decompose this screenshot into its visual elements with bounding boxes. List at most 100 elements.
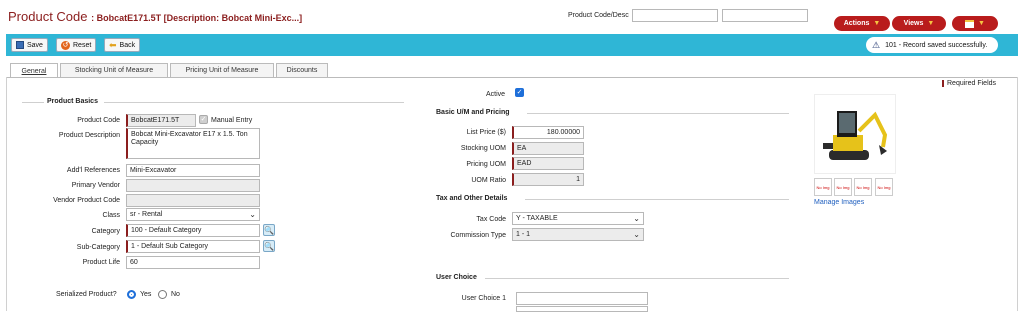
no-label: No [171,291,180,298]
user-choice-title: User Choice [436,274,477,281]
search-input[interactable] [632,9,718,22]
save-button[interactable]: Save [11,38,48,52]
chevron-down-icon: ⌄ [249,210,256,219]
product-image[interactable] [814,94,896,174]
page-subtitle: : BobcatE171.5T [Description: Bobcat Min… [91,13,303,23]
calendar-icon [965,19,975,28]
caret-down-icon: ▼ [978,20,985,27]
search-icon: 🔍 [264,241,274,251]
product-basics-title: Product Basics [47,98,98,105]
list-price-field[interactable]: 180.00000 [512,126,584,139]
tax-code-select[interactable]: Y - TAXABLE ⌄ [512,212,644,225]
uom-ratio-label: UOM Ratio [471,177,506,184]
tab-general-label: General [21,67,47,75]
stocking-uom-field[interactable]: EA [512,142,584,155]
tab-discounts[interactable]: Discounts [276,63,328,77]
refs-field[interactable]: Mini-Excavator [126,164,260,177]
chevron-down-icon: ⌄ [633,214,640,223]
required-fields-note: Required Fields [942,80,996,87]
tab-stocking-uom[interactable]: Stocking Unit of Measure [60,63,168,77]
section-rule [104,102,404,103]
caret-down-icon: ▼ [873,20,881,27]
product-description-field[interactable]: Bobcat Mini-Excavator E17 x 1.5. Ton Cap… [126,128,260,159]
save-icon [16,41,24,49]
section-rule [22,102,44,103]
class-value: sr - Rental [130,211,163,218]
primary-vendor-label: Primary Vendor [71,182,120,189]
views-button[interactable]: Views ▼ [892,16,946,31]
subcategory-label: Sub-Category [76,244,120,251]
class-label: Class [102,212,120,219]
reset-icon: ↺ [61,40,70,50]
product-life-field[interactable]: 60 [126,256,260,269]
serialized-yes-radio[interactable] [127,290,136,299]
actions-button[interactable]: Actions ▼ [834,16,890,31]
uom-ratio-field[interactable]: 1 [512,173,584,186]
stocking-uom-label: Stocking UOM [460,145,506,152]
caret-down-icon: ▼ [927,20,935,27]
left-border [6,77,7,311]
serialized-no-radio[interactable] [158,290,167,299]
active-checkbox[interactable]: ✓ [515,88,524,97]
product-life-label: Product Life [82,259,120,266]
manage-images-link[interactable]: Manage Images [814,199,864,206]
tax-code-label: Tax Code [476,216,506,223]
subcategory-field[interactable]: 1 - Default Sub Category [126,240,260,253]
section-rule [485,278,789,279]
tab-discounts-label: Discounts [286,67,318,74]
tab-pricing-uom[interactable]: Pricing Unit of Measure [170,63,274,77]
active-label: Active [486,91,506,98]
tax-section-title: Tax and Other Details [436,195,508,202]
tab-divider [6,77,1018,78]
class-select[interactable]: sr - Rental ⌄ [126,208,260,221]
pricing-uom-label: Pricing UOM [466,161,506,168]
toolbar: Save ↺ Reset ⬅ Back ⚠ 101 - Record saved… [6,34,1018,56]
reset-label: Reset [73,41,92,49]
category-field[interactable]: 100 - Default Category [126,224,260,237]
page-title: Product Code : BobcatE171.5T [Descriptio… [8,9,302,24]
list-price-label: List Price ($) [466,129,506,136]
image-thumbnail[interactable]: No Img [834,178,852,196]
category-search-button[interactable]: 🔍 [263,224,275,236]
product-description-label: Product Description [58,132,120,139]
product-code-field[interactable]: BobcatE171.5T [126,114,196,127]
image-thumbnail[interactable]: No Img [814,178,832,196]
manual-entry-checkbox[interactable]: ✓ [199,115,208,124]
status-notice: ⚠ 101 - Record saved successfully. [866,37,998,53]
commission-type-value: 1 - 1 [516,231,531,238]
actions-label: Actions [843,20,870,27]
product-code-label: Product Code [77,117,120,124]
image-thumbnail[interactable]: No Img [875,178,893,196]
back-label: Back [119,41,136,49]
warning-icon: ⚠ [872,39,881,50]
views-label: Views [903,20,924,27]
image-thumbnail[interactable]: No Img [854,178,872,196]
yes-label: Yes [140,291,152,298]
commission-type-select[interactable]: 1 - 1 ⌄ [512,228,644,241]
primary-vendor-field[interactable] [126,179,260,192]
search-icon: 🔍 [264,225,274,235]
user-choice-1-label: User Choice 1 [461,295,506,302]
tab-stocking-uom-label: Stocking Unit of Measure [74,67,154,74]
manual-entry-label: Manual Entry [211,117,253,124]
pricing-uom-field[interactable]: EAD [512,157,584,170]
refs-label: Add'l References [66,167,120,174]
tab-general[interactable]: General [10,63,58,78]
search-label: Product Code/Desc [568,12,629,19]
search-input-2[interactable] [722,9,808,22]
section-rule [527,113,789,114]
calendar-button[interactable]: ▼ [952,16,998,31]
user-choice-1-field[interactable] [516,292,648,305]
tab-pricing-uom-label: Pricing Unit of Measure [185,67,259,74]
back-button[interactable]: ⬅ Back [104,38,141,52]
save-label: Save [27,41,43,49]
right-border [1017,77,1018,311]
pricing-section-title: Basic U/M and Pricing [436,109,510,116]
subcategory-search-button[interactable]: 🔍 [263,240,275,252]
chevron-down-icon: ⌄ [633,230,640,239]
reset-button[interactable]: ↺ Reset [56,38,97,52]
vendor-product-code-field[interactable] [126,194,260,207]
vendor-product-code-label: Vendor Product Code [53,197,120,204]
user-choice-2-field[interactable] [516,306,648,312]
category-label: Category [91,228,120,235]
